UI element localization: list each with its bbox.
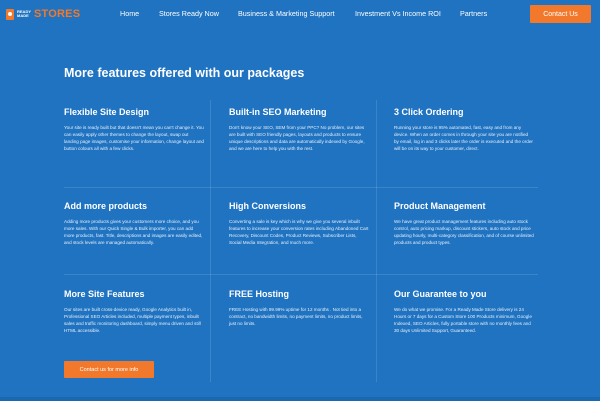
feature-free-hosting: FREE Hosting FREE Hosting with 99.99% up… [229, 289, 369, 327]
column-divider [210, 100, 211, 382]
feature-description: FREE Hosting with 99.99% uptime for 12 m… [229, 307, 363, 326]
feature-add-more-products: Add more products Adding more products g… [64, 201, 204, 246]
feature-title: Built-in SEO Marketing [229, 107, 327, 117]
brand-made-text: MADE [17, 13, 29, 18]
feature-description: Converting a sale is key which is why we… [229, 219, 369, 245]
row-divider [64, 274, 538, 275]
column-divider [376, 100, 377, 382]
nav-link-partners[interactable]: Partners [460, 9, 487, 18]
footer-strip [0, 397, 600, 401]
feature-title: High Conversions [229, 201, 307, 211]
feature-description: Our sites are built cross-device ready, … [64, 307, 201, 333]
section-title: More features offered with our packages [64, 66, 305, 80]
feature-our-guarantee: Our Guarantee to you We do what we promi… [394, 289, 534, 334]
feature-description: Your site is ready built but that doesn'… [64, 125, 204, 151]
brand-name: STORES [34, 8, 81, 20]
feature-title: Product Management [394, 201, 486, 211]
feature-high-conversions: High Conversions Converting a sale is ke… [229, 201, 369, 246]
feature-3-click-ordering: 3 Click Ordering Running your store is 9… [394, 107, 534, 152]
top-navigation: READY MADE STORES Home Stores Ready Now … [0, 0, 600, 28]
feature-title: Our Guarantee to you [394, 289, 487, 299]
feature-product-management: Product Management We have great product… [394, 201, 534, 246]
nav-link-home[interactable]: Home [120, 9, 139, 18]
contact-us-button[interactable]: Contact Us [530, 5, 591, 23]
brand-logo[interactable]: READY MADE STORES [6, 7, 80, 21]
feature-title: FREE Hosting [229, 289, 289, 299]
nav-link-stores-ready-now[interactable]: Stores Ready Now [159, 9, 219, 18]
row-divider [64, 187, 538, 188]
feature-built-in-seo-marketing: Built-in SEO Marketing Don't know your S… [229, 107, 369, 152]
feature-description: Running your store is 95% automated, fas… [394, 125, 533, 151]
contact-for-more-info-button[interactable]: Contact us for more info [64, 361, 154, 378]
feature-description: We do what we promise. For a Ready Made … [394, 307, 532, 333]
brand-small-text: READY MADE [17, 9, 31, 19]
feature-title: Add more products [64, 201, 148, 211]
store-logo-icon [6, 8, 14, 20]
feature-title: Flexible Site Design [64, 107, 150, 117]
feature-title: More Site Features [64, 289, 145, 299]
nav-link-business-marketing-support[interactable]: Business & Marketing Support [238, 9, 335, 18]
feature-description: We have great product management feature… [394, 219, 534, 245]
feature-description: Adding more products gives your customer… [64, 219, 203, 245]
feature-description: Don't know your SEO, SEM from your PPC? … [229, 125, 365, 151]
feature-flexible-site-design: Flexible Site Design Your site is ready … [64, 107, 204, 152]
feature-title: 3 Click Ordering [394, 107, 464, 117]
nav-link-investment-roi[interactable]: Investment Vs Income ROI [355, 9, 441, 18]
feature-more-site-features: More Site Features Our sites are built c… [64, 289, 204, 334]
